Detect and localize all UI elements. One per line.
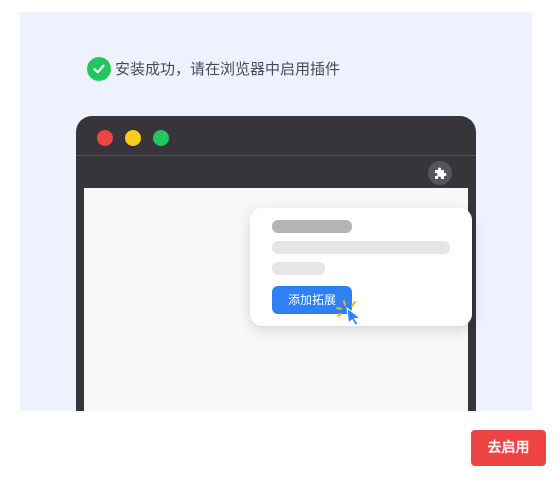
placeholder-line <box>272 220 352 233</box>
placeholder-line <box>272 262 325 275</box>
check-circle-icon <box>87 57 111 81</box>
puzzle-piece-icon <box>428 161 452 185</box>
extension-popup: 添加拓展 <box>250 208 472 326</box>
window-close-dot <box>97 130 113 146</box>
window-maximize-dot <box>153 130 169 146</box>
install-success-banner: 安装成功，请在浏览器中启用插件 添加拓展 <box>20 12 532 411</box>
pointer-cursor-icon <box>336 300 362 326</box>
window-minimize-dot <box>125 130 141 146</box>
go-enable-button[interactable]: 去启用 <box>471 430 546 466</box>
placeholder-line <box>272 241 450 254</box>
status-message: 安装成功，请在浏览器中启用插件 <box>115 60 341 78</box>
browser-titlebar <box>76 116 476 155</box>
install-status: 安装成功，请在浏览器中启用插件 <box>87 56 340 82</box>
titlebar-divider <box>76 155 476 156</box>
